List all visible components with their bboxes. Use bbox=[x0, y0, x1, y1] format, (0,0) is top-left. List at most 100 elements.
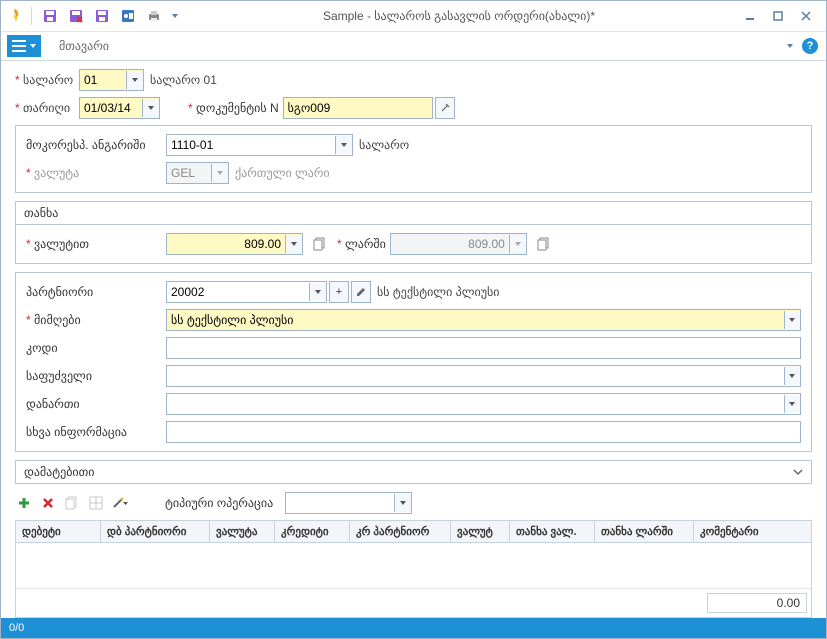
partner-panel: პარტნიორი + სს ტექსტილი პლიუსი მიმღები bbox=[15, 272, 812, 452]
partner-combo[interactable] bbox=[166, 281, 327, 303]
currency-desc: ქართული ლარი bbox=[235, 166, 330, 180]
chevron-down-icon[interactable] bbox=[784, 311, 800, 329]
attach-combo[interactable] bbox=[166, 393, 801, 415]
account-input[interactable] bbox=[167, 136, 335, 154]
docnum-input[interactable] bbox=[284, 99, 432, 117]
ribbon: მთავარი ? bbox=[1, 32, 826, 61]
amount-gel-input bbox=[391, 235, 509, 253]
additional-expander[interactable]: დამატებითი bbox=[15, 460, 812, 484]
recipient-input[interactable] bbox=[167, 311, 784, 329]
salaro-desc: სალარო 01 bbox=[150, 73, 217, 87]
partner-label: პარტნიორი bbox=[26, 285, 166, 299]
chevron-down-icon[interactable] bbox=[142, 99, 159, 117]
copy-row-icon[interactable] bbox=[63, 494, 81, 512]
amount-cur-combo[interactable] bbox=[166, 233, 303, 255]
chevron-down-icon bbox=[793, 467, 803, 477]
account-label: მოკორესპ. ანგარიში bbox=[26, 138, 166, 152]
amount-gel-label: ლარში bbox=[337, 237, 386, 251]
basis-input[interactable] bbox=[167, 367, 784, 385]
basis-label: საფუძველი bbox=[26, 369, 166, 383]
other-input[interactable] bbox=[167, 423, 800, 441]
chevron-down-icon bbox=[211, 164, 228, 182]
account-desc: სალარო bbox=[359, 138, 409, 152]
close-icon[interactable] bbox=[792, 5, 820, 27]
currency-label: ვალუტა bbox=[26, 166, 166, 180]
chevron-down-icon[interactable] bbox=[126, 71, 143, 89]
copy-right-icon[interactable] bbox=[533, 233, 555, 255]
code-input[interactable] bbox=[167, 339, 800, 357]
date-combo[interactable] bbox=[79, 97, 160, 119]
amount-gel-combo bbox=[390, 233, 527, 255]
typical-op-combo[interactable] bbox=[285, 492, 412, 514]
typical-op-label: ტიპიური ოპერაცია bbox=[165, 496, 273, 510]
basis-combo[interactable] bbox=[166, 365, 801, 387]
grid-col-dbpartner[interactable]: დბ პარტნიორი bbox=[101, 521, 210, 542]
code-label: კოდი bbox=[26, 341, 166, 355]
chevron-down-icon[interactable] bbox=[335, 136, 352, 154]
ribbon-menu-icon[interactable] bbox=[7, 35, 41, 57]
statusbar: 0/0 bbox=[1, 618, 826, 638]
chevron-down-icon[interactable] bbox=[784, 395, 800, 413]
titlebar-dropdown-icon[interactable] bbox=[168, 4, 182, 28]
grid-col-crpartner[interactable]: კრ პარტნიორ bbox=[350, 521, 451, 542]
save-close-icon[interactable] bbox=[64, 4, 88, 28]
date-label: თარიღი bbox=[15, 101, 79, 115]
typical-op-input[interactable] bbox=[286, 494, 394, 512]
wand-icon[interactable] bbox=[111, 494, 129, 512]
save-icon[interactable] bbox=[38, 4, 62, 28]
grid-footer: 0.00 bbox=[16, 588, 811, 617]
titlebar: Sample - სალაროს გასავლის ორდერი(ახალი)* bbox=[1, 1, 826, 32]
docnum-field[interactable] bbox=[283, 97, 433, 119]
grid-total: 0.00 bbox=[707, 593, 807, 613]
ribbon-chevron-icon[interactable] bbox=[786, 42, 794, 50]
date-input[interactable] bbox=[80, 99, 142, 117]
minimize-icon[interactable] bbox=[736, 5, 764, 27]
code-field[interactable] bbox=[166, 337, 801, 359]
docnum-generate-icon[interactable] bbox=[435, 97, 455, 119]
maximize-icon[interactable] bbox=[764, 5, 792, 27]
recipient-label: მიმღები bbox=[26, 313, 166, 327]
salaro-input[interactable] bbox=[80, 71, 126, 89]
currency-input bbox=[167, 164, 211, 182]
copy-left-icon[interactable] bbox=[309, 233, 331, 255]
partner-input[interactable] bbox=[167, 283, 309, 301]
help-icon[interactable]: ? bbox=[802, 38, 818, 54]
attach-label: დანართი bbox=[26, 397, 166, 411]
partner-add-button[interactable]: + bbox=[329, 281, 349, 303]
status-count: 0/0 bbox=[9, 622, 24, 634]
ribbon-tab-main[interactable]: მთავარი bbox=[51, 39, 117, 53]
grid-col-amtcur[interactable]: თანხა ვალ. bbox=[510, 521, 595, 542]
grid-col-comment[interactable]: კომენტარი bbox=[694, 521, 811, 542]
delete-row-icon[interactable] bbox=[39, 494, 57, 512]
chevron-down-icon[interactable] bbox=[309, 283, 326, 301]
other-field[interactable] bbox=[166, 421, 801, 443]
account-combo[interactable] bbox=[166, 134, 353, 156]
grid-col-credit[interactable]: კრედიტი bbox=[275, 521, 350, 542]
partner-edit-button[interactable] bbox=[351, 281, 371, 303]
grid-col-debit[interactable]: დებეტი bbox=[16, 521, 101, 542]
grid-header-row: დებეტი დბ პარტნიორი ვალუტა კრედიტი კრ პა… bbox=[16, 521, 811, 543]
chevron-down-icon[interactable] bbox=[394, 494, 411, 512]
grid-col-amtgel[interactable]: თანხა ლარში bbox=[595, 521, 694, 542]
grid-col-currency[interactable]: ვალუტა bbox=[210, 521, 275, 542]
additional-label: დამატებითი bbox=[24, 465, 94, 479]
grid-body[interactable] bbox=[16, 543, 811, 588]
amount-cur-label: ვალუტით bbox=[26, 237, 166, 251]
print-icon[interactable] bbox=[142, 4, 166, 28]
add-row-icon[interactable] bbox=[15, 494, 33, 512]
grid-icon[interactable] bbox=[87, 494, 105, 512]
attach-input[interactable] bbox=[167, 395, 784, 413]
amount-cur-input[interactable] bbox=[167, 235, 285, 253]
grid-toolbar: ტიპიური ოპერაცია bbox=[15, 490, 812, 520]
chevron-down-icon[interactable] bbox=[784, 367, 800, 385]
window-title: Sample - სალაროს გასავლის ორდერი(ახალი)* bbox=[182, 9, 736, 23]
tools-icon[interactable] bbox=[116, 4, 140, 28]
grid-col-currency2[interactable]: ვალუტ bbox=[451, 521, 510, 542]
save-new-icon[interactable] bbox=[90, 4, 114, 28]
amount-header: თანხა bbox=[15, 201, 812, 225]
salaro-combo[interactable] bbox=[79, 69, 144, 91]
other-label: სხვა ინფორმაცია bbox=[26, 425, 166, 439]
chevron-down-icon[interactable] bbox=[285, 235, 302, 253]
amount-panel: ვალუტით ლარში bbox=[15, 225, 812, 264]
recipient-combo[interactable] bbox=[166, 309, 801, 331]
